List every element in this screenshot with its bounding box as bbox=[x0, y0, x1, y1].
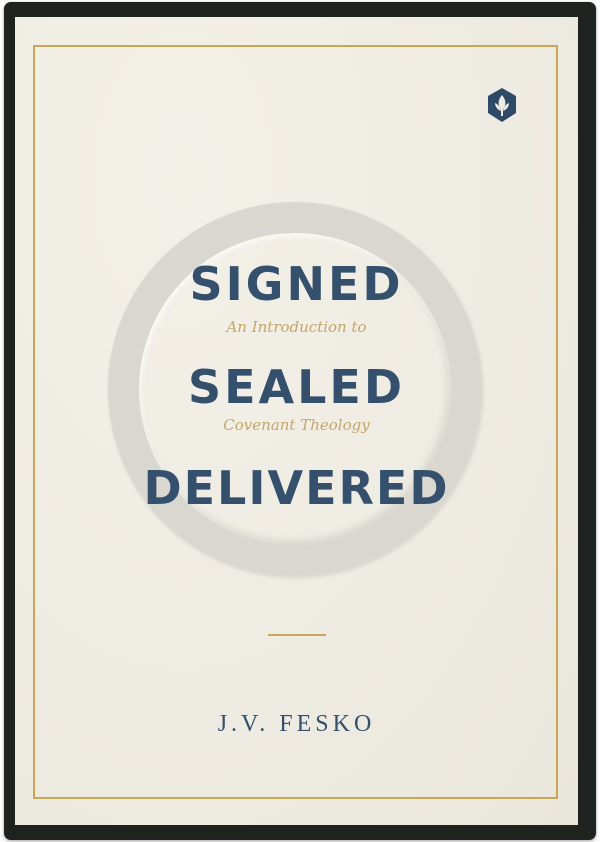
title-line-signed: SIGNED bbox=[189, 257, 404, 311]
title-line-sealed: SEALED bbox=[187, 360, 406, 414]
ligonier-tree-icon bbox=[488, 88, 516, 122]
title-line-delivered: DELIVERED bbox=[143, 461, 450, 515]
subtitle-line-1: An Introduction to bbox=[226, 318, 367, 336]
subtitle-line-2: Covenant Theology bbox=[223, 416, 370, 434]
gold-divider bbox=[268, 634, 326, 636]
author-name: J.V. FESKO bbox=[217, 711, 376, 737]
cover-art: SIGNED An Introduction to SEALED Covenan… bbox=[15, 17, 578, 825]
dvd-case: SIGNED An Introduction to SEALED Covenan… bbox=[4, 2, 596, 840]
